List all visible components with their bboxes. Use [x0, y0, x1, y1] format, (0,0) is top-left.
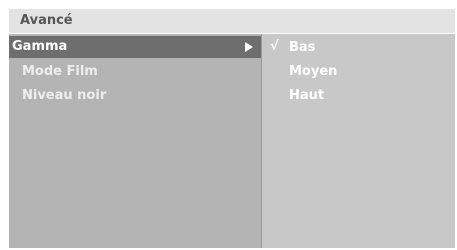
option-label: Bas: [289, 40, 316, 55]
option-bas[interactable]: √ Bas: [262, 36, 455, 58]
menu-item-label: Mode Film: [22, 64, 98, 79]
menu-item-label: Niveau noir: [22, 88, 107, 103]
menu-item-gamma[interactable]: Gamma: [9, 36, 261, 58]
settings-list-panel: Gamma Mode Film Niveau noir: [9, 34, 261, 248]
arrow-right-icon: [245, 42, 253, 52]
option-moyen[interactable]: Moyen: [262, 60, 455, 82]
menu-title: Avancé: [20, 13, 73, 28]
option-haut[interactable]: Haut: [262, 84, 455, 106]
gamma-options-panel: √ Bas Moyen Haut: [262, 34, 455, 248]
option-label: Moyen: [289, 64, 338, 79]
menu-item-niveau-noir[interactable]: Niveau noir: [9, 85, 261, 107]
menu-title-bar: Avancé: [9, 9, 455, 33]
check-icon: √: [270, 39, 279, 54]
option-label: Haut: [289, 88, 325, 103]
menu-item-mode-film[interactable]: Mode Film: [9, 61, 261, 83]
advanced-settings-menu: Avancé Gamma Mode Film Niveau noir √ Bas…: [9, 9, 455, 248]
menu-item-label: Gamma: [12, 39, 68, 54]
